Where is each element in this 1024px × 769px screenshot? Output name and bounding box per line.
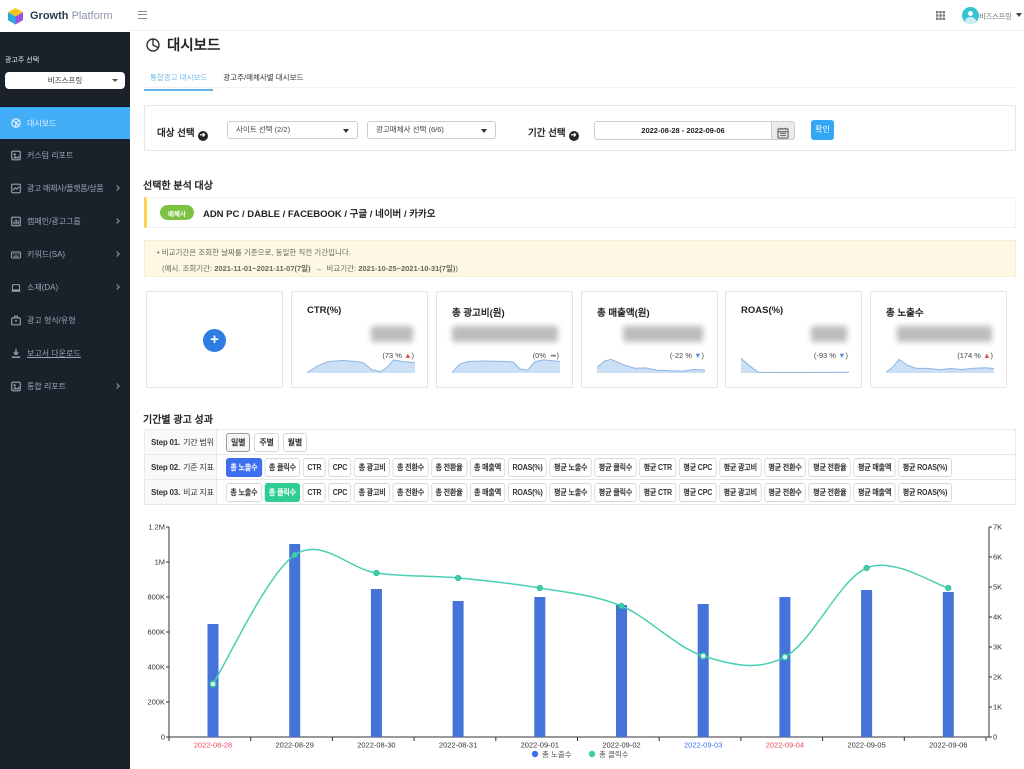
svg-text:3K: 3K bbox=[993, 643, 1002, 652]
svg-text:2022-09-05: 2022-09-05 bbox=[847, 741, 885, 750]
svg-text:4K: 4K bbox=[993, 613, 1002, 622]
svg-text:2022-09-01: 2022-09-01 bbox=[521, 741, 559, 750]
svg-text:2022-08-29: 2022-08-29 bbox=[276, 741, 314, 750]
svg-text:6K: 6K bbox=[993, 553, 1002, 562]
svg-text:2022-08-28: 2022-08-28 bbox=[194, 741, 232, 750]
svg-text:7K: 7K bbox=[993, 523, 1002, 532]
svg-text:0: 0 bbox=[993, 733, 997, 742]
svg-text:2022-09-03: 2022-09-03 bbox=[684, 741, 722, 750]
svg-text:200K: 200K bbox=[147, 698, 165, 707]
svg-text:2022-09-06: 2022-09-06 bbox=[929, 741, 967, 750]
svg-text:2K: 2K bbox=[993, 673, 1002, 682]
svg-text:400K: 400K bbox=[147, 663, 165, 672]
svg-text:총 노출수: 총 노출수 bbox=[542, 749, 572, 759]
svg-text:1.2M: 1.2M bbox=[148, 523, 165, 532]
svg-text:2022-08-31: 2022-08-31 bbox=[439, 741, 477, 750]
svg-text:2022-09-04: 2022-09-04 bbox=[766, 741, 804, 750]
svg-text:2022-09-02: 2022-09-02 bbox=[602, 741, 640, 750]
svg-text:800K: 800K bbox=[147, 593, 165, 602]
svg-text:2022-08-30: 2022-08-30 bbox=[357, 741, 395, 750]
svg-text:600K: 600K bbox=[147, 628, 165, 637]
svg-text:5K: 5K bbox=[993, 583, 1002, 592]
svg-text:1M: 1M bbox=[155, 558, 165, 567]
svg-text:0: 0 bbox=[161, 733, 165, 742]
svg-text:1K: 1K bbox=[993, 703, 1002, 712]
svg-text:총 클릭수: 총 클릭수 bbox=[599, 750, 629, 759]
